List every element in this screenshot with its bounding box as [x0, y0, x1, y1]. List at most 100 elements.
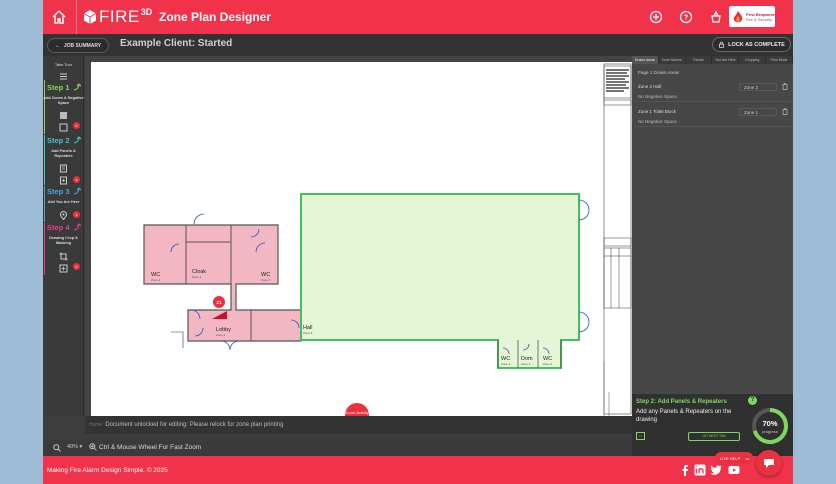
entrance-steps [171, 331, 184, 348]
lock-complete-button[interactable]: LOCK AS COMPLETE [712, 37, 791, 52]
help-body: Add any Panels & Repeaters on the drawin… [636, 409, 732, 423]
zoom-level-select[interactable]: 40% ▾ [67, 444, 82, 450]
step-sidebar: Take Tour Step 1 Add Zones & Negative Sp… [43, 56, 84, 416]
take-tour-link[interactable]: Take Tour [43, 62, 84, 67]
previous-step-button[interactable]: ‹‹ [636, 432, 645, 440]
step-3-arrow-icon [73, 187, 81, 195]
menu-icon[interactable] [59, 72, 68, 81]
step-3-title[interactable]: Step 3 [47, 187, 70, 196]
floor-plan[interactable]: Z1 WC Zone 1 Cloak Zone 1 WC Zone 1 Lobb… [91, 62, 632, 416]
status-bar: Home Document unlocked for editing: Plea… [85, 416, 632, 434]
revision-table [603, 247, 632, 309]
step-2-badge: x [73, 176, 80, 183]
zone-select[interactable]: Zone 1 [739, 108, 777, 116]
door-arc [193, 213, 205, 225]
logo-text: FIRE [99, 7, 140, 26]
divider [76, 0, 77, 34]
zone-select[interactable]: Zone 2 [739, 83, 777, 91]
zone-name: Zone 1 Toilet Block [638, 109, 676, 114]
step-4-arrow-icon [73, 223, 81, 231]
tab-you-are-here[interactable]: You Are Here [712, 56, 740, 64]
facebook-icon[interactable] [679, 464, 691, 476]
title-block-frame [603, 63, 632, 415]
step-4-desc: Drawing Crop & Masking [49, 236, 78, 245]
tab-panels[interactable]: Panels [686, 56, 713, 64]
room-sub: Zone 1 [192, 275, 202, 279]
crop-icon[interactable] [59, 252, 68, 261]
zone-row[interactable]: Zone 1 Toilet Block Zone 1 No Negative S… [634, 105, 791, 127]
chevron-down-icon: ▾ [79, 444, 83, 450]
youtube-icon[interactable] [728, 464, 740, 476]
twitter-icon[interactable] [710, 464, 722, 476]
zoom-tip-text: Ctrl & Mouse Wheel For Fast Zoom [99, 443, 202, 451]
tab-drawn-areas[interactable]: Drawn Areas [632, 56, 659, 64]
brand-text: First Response Fire & Security [746, 12, 775, 22]
zoom-tip: Ctrl & Mouse Wheel For Fast Zoom [89, 443, 201, 451]
flame-icon [733, 10, 743, 22]
chat-button[interactable] [756, 450, 782, 476]
step-help-box: Step 2: Add Panels & Repeaters ? Add any… [632, 394, 793, 456]
step-1-arrow-icon [73, 83, 81, 91]
negative-space-icon[interactable] [59, 123, 68, 132]
zone-fill-icon[interactable] [59, 111, 68, 120]
step-2-title[interactable]: Step 2 [47, 136, 70, 145]
progress-label: progress [762, 429, 778, 434]
step-2-desc: Add Panels & Repeaters [51, 149, 76, 158]
settings-icon[interactable] [709, 10, 723, 24]
tab-zone-names[interactable]: Zone Names [659, 56, 686, 64]
go-next-tab-button[interactable]: GO NEXT TAB [688, 432, 740, 441]
drawing-sheet[interactable]: Z1 WC Zone 1 Cloak Zone 1 WC Zone 1 Lobb… [91, 62, 632, 416]
linkedin-icon[interactable] [694, 464, 706, 476]
room-sub: Zone 1 [151, 278, 161, 282]
cube-icon [83, 10, 97, 24]
mask-icon[interactable] [59, 264, 68, 273]
location-pin-icon[interactable] [59, 211, 68, 220]
step-3-badge: x [73, 211, 80, 218]
brand-text-1: First Response [746, 11, 775, 17]
sub-header: ← JOB SUMMARY Example Client: Started LO… [43, 34, 793, 56]
zone-row[interactable]: Zone 2 Hall Zone 2 No Negative Space [634, 80, 791, 102]
title-block-footer [603, 362, 610, 416]
lock-complete-label: LOCK AS COMPLETE [728, 41, 785, 48]
trash-icon[interactable] [782, 83, 788, 90]
status-prefix: Home [89, 422, 103, 428]
right-panel: Drawn Areas Zone Names Panels You Are He… [632, 56, 793, 394]
brand-text-2: Fire & Security [746, 16, 773, 22]
add-circle-icon[interactable] [649, 10, 663, 24]
home-icon[interactable] [51, 9, 67, 25]
title-block-row [603, 99, 632, 106]
door-arc [578, 311, 590, 333]
footer-text: Making Fire Alarm Design Simple. © 2025 [47, 467, 168, 474]
panel-icon[interactable] [59, 164, 68, 173]
brand-logo: First Response Fire & Security [729, 6, 775, 27]
step-2-arrow-icon [73, 136, 81, 144]
status-message: Document unlocked for editing: Please re… [105, 422, 284, 428]
room-sub: Zone 2 [501, 362, 511, 366]
help-icon[interactable]: ? [679, 10, 693, 24]
zone-name: Zone 2 Hall [638, 84, 662, 89]
live-help-pill[interactable]: LIVE HELP ••• [715, 452, 753, 464]
tab-print-mode[interactable]: Print Mode [766, 56, 793, 64]
title-block-text-lines [606, 69, 629, 92]
tab-cropping[interactable]: Cropping [739, 56, 767, 64]
zone-negative-space: No Negative Space [638, 94, 677, 99]
trash-icon[interactable] [782, 108, 788, 115]
help-question-icon[interactable]: ? [748, 396, 757, 405]
drawing-canvas[interactable]: Z1 WC Zone 1 Cloak Zone 1 WC Zone 1 Lobb… [85, 56, 632, 416]
app-window: FIRE 3D Zone Plan Designer ? First Respo… [43, 0, 793, 484]
door-arc [220, 340, 240, 351]
top-bar: FIRE 3D Zone Plan Designer ? First Respo… [43, 0, 793, 34]
step-4-title[interactable]: Step 4 [47, 223, 70, 232]
room-sub: Zone 2 [303, 331, 313, 335]
job-summary-button[interactable]: ← JOB SUMMARY [47, 38, 109, 53]
step-1-title[interactable]: Step 1 [47, 83, 70, 92]
job-summary-label: JOB SUMMARY [63, 42, 102, 49]
repeater-icon[interactable] [59, 176, 68, 185]
room-sub: Zone 1 [261, 278, 271, 282]
page-label: Page 1 Drawn Areas [638, 70, 680, 75]
zoom-bar: 40% ▾ Ctrl & Mouse Wheel For Fast Zoom [43, 440, 632, 456]
fire3d-logo: FIRE 3D [83, 7, 152, 26]
zoom-in-icon [89, 443, 97, 451]
zone-2-area[interactable] [300, 193, 580, 369]
search-icon[interactable] [53, 444, 61, 452]
